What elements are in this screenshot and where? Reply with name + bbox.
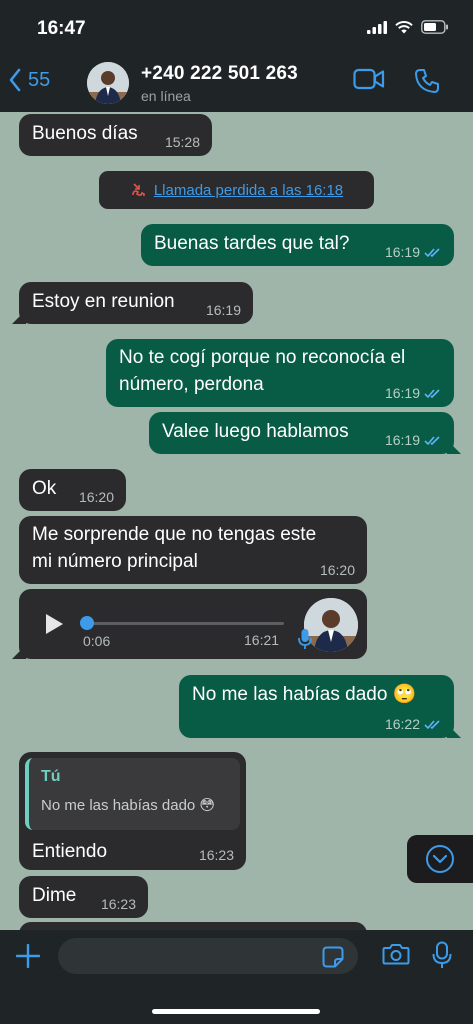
voice-call-button[interactable] xyxy=(414,68,440,99)
message-text-line: mi número principal xyxy=(32,551,198,572)
scroll-to-bottom-button[interactable] xyxy=(407,835,473,883)
message-time: 16:20 xyxy=(319,562,355,578)
double-check-icon xyxy=(424,719,440,729)
message-bubble-incoming[interactable]: Ok 16:20 xyxy=(19,469,126,511)
microphone-icon xyxy=(298,629,312,649)
sticker-icon[interactable] xyxy=(322,946,344,968)
message-text-line: Me sorprende que no tengas este xyxy=(32,524,317,545)
message-text: Estoy en reunion xyxy=(32,291,175,312)
message-bubble-incoming[interactable]: Dime 16:23 xyxy=(19,876,148,918)
message-bubble-outgoing[interactable]: No me las habías dado 🙄 16:22 xyxy=(179,675,454,738)
signal-icon xyxy=(367,20,387,34)
message-input[interactable] xyxy=(58,938,358,974)
unread-count: 55 xyxy=(28,68,51,91)
double-check-icon xyxy=(424,388,440,398)
quote-author: Tú xyxy=(41,768,61,785)
missed-call-text[interactable]: Llamada perdida a las 16:18 xyxy=(154,182,343,199)
voice-progress-track[interactable] xyxy=(86,622,284,625)
wifi-icon xyxy=(395,20,413,33)
sender-avatar xyxy=(304,598,358,652)
home-indicator xyxy=(152,1009,320,1014)
missed-call-notice[interactable]: Llamada perdida a las 16:18 xyxy=(99,171,374,209)
message-bubble-outgoing[interactable]: Valee luego hablamos 16:19 xyxy=(149,412,454,454)
back-button[interactable]: 55 xyxy=(8,68,50,92)
message-time: 15:28 xyxy=(164,134,200,150)
message-bubble-incoming[interactable]: Estoy en reunion 16:19 xyxy=(19,282,253,324)
message-text: Buenas tardes que tal? xyxy=(154,233,350,254)
battery-icon xyxy=(421,20,448,34)
message-bubble-outgoing[interactable]: Buenas tardes que tal? 16:19 xyxy=(141,224,454,266)
voice-duration: 0:06 xyxy=(83,633,111,649)
message-time: 16:23 xyxy=(198,847,234,863)
double-check-icon xyxy=(424,247,440,257)
video-camera-icon xyxy=(353,68,385,90)
plus-icon[interactable] xyxy=(16,944,40,968)
contact-avatar[interactable] xyxy=(87,62,129,104)
person-photo xyxy=(304,598,358,652)
message-time: 16:19 xyxy=(385,244,442,260)
message-text: No me las habías dado 🙄 xyxy=(192,684,417,705)
message-time: 16:19 xyxy=(385,432,442,448)
message-text: Dime xyxy=(32,885,77,906)
double-check-icon xyxy=(424,435,440,445)
phone-icon xyxy=(415,69,439,93)
status-time: 16:47 xyxy=(37,18,86,39)
message-text: Entiendo xyxy=(32,841,108,862)
message-time: 16:19 xyxy=(205,302,241,318)
contact-status: en línea xyxy=(141,88,191,104)
quote-text: No me las habías dado 😳 xyxy=(41,797,216,814)
message-text-line: número, perdona xyxy=(119,374,264,395)
contact-name[interactable]: +240 222 501 263 xyxy=(141,63,298,85)
missed-call-icon xyxy=(132,183,145,196)
status-bar: 16:47 xyxy=(0,0,473,58)
message-time: 16:20 xyxy=(78,489,114,505)
message-text: Ok xyxy=(32,478,57,499)
message-time: 16:19 xyxy=(385,385,442,401)
person-photo xyxy=(87,62,129,104)
message-time: 16:23 xyxy=(100,896,136,912)
video-call-button[interactable] xyxy=(353,68,385,95)
message-bubble-incoming[interactable]: Buenos días 15:28 xyxy=(19,114,212,156)
chevron-down-circle-icon xyxy=(426,845,454,873)
message-text: Buenos días xyxy=(32,123,138,144)
play-icon[interactable] xyxy=(42,612,66,636)
message-bubble-incoming[interactable]: Me sorprende que no tengas este mi númer… xyxy=(19,516,367,584)
chat-header: 16:47 55 +240 222 501 263 en línea xyxy=(0,0,473,112)
camera-icon[interactable] xyxy=(382,942,410,966)
chevron-left-icon xyxy=(9,68,21,92)
message-text-line: No te cogí porque no reconocía el xyxy=(119,347,406,368)
message-time: 16:22 xyxy=(385,716,442,732)
microphone-icon[interactable] xyxy=(432,941,452,969)
message-text: Valee luego hablamos xyxy=(162,421,349,442)
message-bubble-outgoing[interactable]: No te cogí porque no reconocía el número… xyxy=(106,339,454,407)
compose-bar xyxy=(0,930,473,1024)
message-time: 16:21 xyxy=(244,632,280,648)
voice-progress-handle[interactable] xyxy=(80,616,94,630)
quoted-message[interactable]: Tú No me las habías dado 😳 xyxy=(25,758,240,830)
status-icons xyxy=(367,20,449,34)
